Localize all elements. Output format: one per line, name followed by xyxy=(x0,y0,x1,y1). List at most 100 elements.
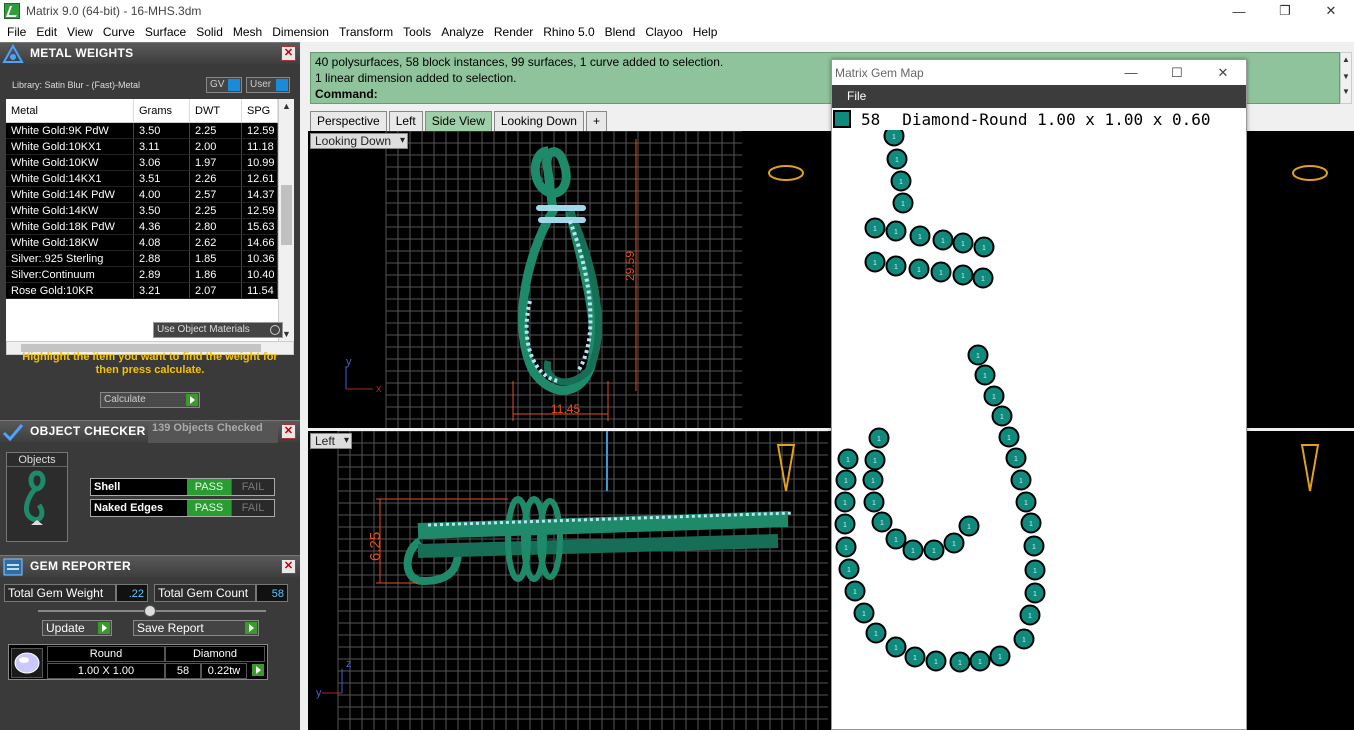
gem-dot[interactable]: 1 xyxy=(1020,512,1042,534)
gem-dot[interactable]: 1 xyxy=(885,255,907,277)
gem-dot[interactable]: 1 xyxy=(890,170,912,192)
gem-dot[interactable]: 1 xyxy=(998,426,1020,448)
gem-slider-handle[interactable] xyxy=(144,605,156,617)
use-object-materials-toggle[interactable]: Use Object Materials xyxy=(153,322,283,338)
column-spg[interactable]: SPG xyxy=(242,99,278,122)
gem-dot[interactable]: 1 xyxy=(909,225,931,247)
gem-dot[interactable]: 1 xyxy=(930,261,952,283)
gem-dot[interactable]: 1 xyxy=(883,130,905,147)
metal-weights-close-button[interactable]: ✕ xyxy=(281,46,296,61)
gem-map-maximize-button[interactable]: ☐ xyxy=(1154,60,1200,85)
looking-down-view-selector[interactable]: Looking Down xyxy=(310,133,409,149)
menu-transform[interactable]: Transform xyxy=(334,25,398,39)
tab-perspective[interactable]: Perspective xyxy=(310,111,387,131)
table-row[interactable]: White Gold:18K PdW 4.36 2.80 15.63 xyxy=(6,219,294,235)
gem-dot[interactable]: 1 xyxy=(974,364,996,386)
menu-surface[interactable]: Surface xyxy=(140,25,191,39)
menu-blend[interactable]: Blend xyxy=(600,25,641,39)
gem-dot[interactable]: 1 xyxy=(943,532,965,554)
table-row[interactable]: White Gold:10KX1 3.11 2.00 11.18 xyxy=(6,139,294,155)
gem-dot[interactable]: 1 xyxy=(949,651,971,673)
update-button[interactable]: Update xyxy=(42,620,112,636)
gem-dot[interactable]: 1 xyxy=(972,267,994,289)
gem-row-go-button[interactable] xyxy=(249,663,265,679)
tab-looking-down[interactable]: Looking Down xyxy=(493,111,584,131)
gem-dot[interactable]: 1 xyxy=(862,469,884,491)
menu-clayoo[interactable]: Clayoo xyxy=(640,25,687,39)
menu-render[interactable]: Render xyxy=(489,25,538,39)
gem-dot[interactable]: 1 xyxy=(969,650,991,672)
add-tab-icon[interactable]: + xyxy=(585,111,607,131)
tab-left[interactable]: Left xyxy=(388,111,423,131)
gem-dot[interactable]: 1 xyxy=(958,515,980,537)
table-vertical-scrollbar[interactable]: ▲ ▼ xyxy=(278,99,294,341)
shell-pass-button[interactable]: PASS xyxy=(187,479,231,495)
gem-dot[interactable]: 1 xyxy=(835,469,857,491)
restore-button[interactable]: ❐ xyxy=(1262,0,1308,22)
table-row[interactable]: White Gold:10KW 3.06 1.97 10.99 xyxy=(6,155,294,171)
gem-dot[interactable]: 1 xyxy=(1010,469,1032,491)
gem-dot[interactable]: 1 xyxy=(904,646,926,668)
objects-preview[interactable]: Objects xyxy=(6,452,68,542)
gem-map-minimize-button[interactable]: — xyxy=(1108,60,1154,85)
gem-dot[interactable]: 1 xyxy=(1019,604,1041,626)
table-row[interactable]: Silver:Continuum 2.89 1.86 10.40 xyxy=(6,267,294,283)
gem-dot[interactable]: 1 xyxy=(886,148,908,170)
user-toggle[interactable]: User xyxy=(246,77,290,93)
table-row[interactable]: White Gold:14KW 3.50 2.25 12.59 xyxy=(6,203,294,219)
gem-dot[interactable]: 1 xyxy=(1023,535,1045,557)
menu-solid[interactable]: Solid xyxy=(191,25,228,39)
gem-dot[interactable]: 1 xyxy=(1005,447,1027,469)
gem-dot[interactable]: 1 xyxy=(885,636,907,658)
table-row[interactable]: White Gold:14K PdW 4.00 2.57 14.37 xyxy=(6,187,294,203)
gem-dot[interactable]: 1 xyxy=(1024,582,1046,604)
gem-dot[interactable]: 1 xyxy=(871,511,893,533)
gem-dot[interactable]: 1 xyxy=(865,622,887,644)
object-checker-close-button[interactable]: ✕ xyxy=(281,424,296,439)
naked-edges-fail-button[interactable]: FAIL xyxy=(231,500,274,516)
shell-fail-button[interactable]: FAIL xyxy=(231,479,274,495)
gem-reporter-close-button[interactable]: ✕ xyxy=(281,559,296,574)
menu-help[interactable]: Help xyxy=(688,25,723,39)
menu-analyze[interactable]: Analyze xyxy=(436,25,489,39)
left-view-selector[interactable]: Left xyxy=(310,433,353,449)
gem-dot[interactable]: 1 xyxy=(864,217,886,239)
gem-map-canvas[interactable]: 1 1 1 1 1 1 1 1 1 1 1 1 1 1 1 1 1 1 1 1 1 1 1 1 1 1 1 1 1 1 1 1 1 1 1 1 1 1 1 1… xyxy=(832,130,1248,730)
menu-edit[interactable]: Edit xyxy=(31,25,62,39)
gem-dot[interactable]: 1 xyxy=(1015,491,1037,513)
gem-dot[interactable]: 1 xyxy=(892,192,914,214)
gem-dot[interactable]: 1 xyxy=(853,602,875,624)
gem-dot[interactable]: 1 xyxy=(835,536,857,558)
gem-dot[interactable]: 1 xyxy=(983,385,1005,407)
gem-dot[interactable]: 1 xyxy=(991,405,1013,427)
table-row[interactable]: Silver:.925 Sterling 2.88 1.85 10.36 xyxy=(6,251,294,267)
gem-dot[interactable]: 1 xyxy=(834,513,856,535)
column-metal[interactable]: Metal xyxy=(6,99,134,122)
gem-dot[interactable]: 1 xyxy=(844,580,866,602)
gem-dot[interactable]: 1 xyxy=(863,491,885,513)
table-row[interactable]: White Gold:18KW 4.08 2.62 14.66 xyxy=(6,235,294,251)
gem-dot[interactable]: 1 xyxy=(952,264,974,286)
gem-dot[interactable]: 1 xyxy=(925,650,947,672)
menu-file[interactable]: File xyxy=(2,25,31,39)
gem-dot[interactable]: 1 xyxy=(864,251,886,273)
menu-rhino[interactable]: Rhino 5.0 xyxy=(538,25,599,39)
gem-map-close-button[interactable]: ✕ xyxy=(1200,60,1246,85)
menu-tools[interactable]: Tools xyxy=(398,25,436,39)
gv-toggle[interactable]: GV xyxy=(206,77,242,93)
gem-dot[interactable]: 1 xyxy=(834,491,856,513)
gem-map-menu-file[interactable]: File xyxy=(847,89,866,103)
tab-side-view[interactable]: Side View xyxy=(424,111,492,131)
gem-dot[interactable]: 1 xyxy=(967,344,989,366)
command-prompt[interactable]: Command: xyxy=(315,87,378,101)
table-row[interactable]: Rose Gold:10KR 3.21 2.07 11.54 xyxy=(6,283,294,299)
gem-dot[interactable]: 1 xyxy=(923,539,945,561)
viewport-looking-down[interactable]: 29.59 11.45 y x Looking Down xyxy=(308,131,828,428)
column-grams[interactable]: Grams xyxy=(134,99,190,122)
menu-dimension[interactable]: Dimension xyxy=(267,25,334,39)
gem-dot[interactable]: 1 xyxy=(1024,559,1046,581)
command-scrollbar[interactable]: ▲ ▼ ▼ xyxy=(1340,52,1352,104)
viewport-left[interactable]: 6.25 z y Left xyxy=(308,431,828,730)
save-report-button[interactable]: Save Report xyxy=(133,620,259,636)
gem-dot[interactable]: 1 xyxy=(868,427,890,449)
